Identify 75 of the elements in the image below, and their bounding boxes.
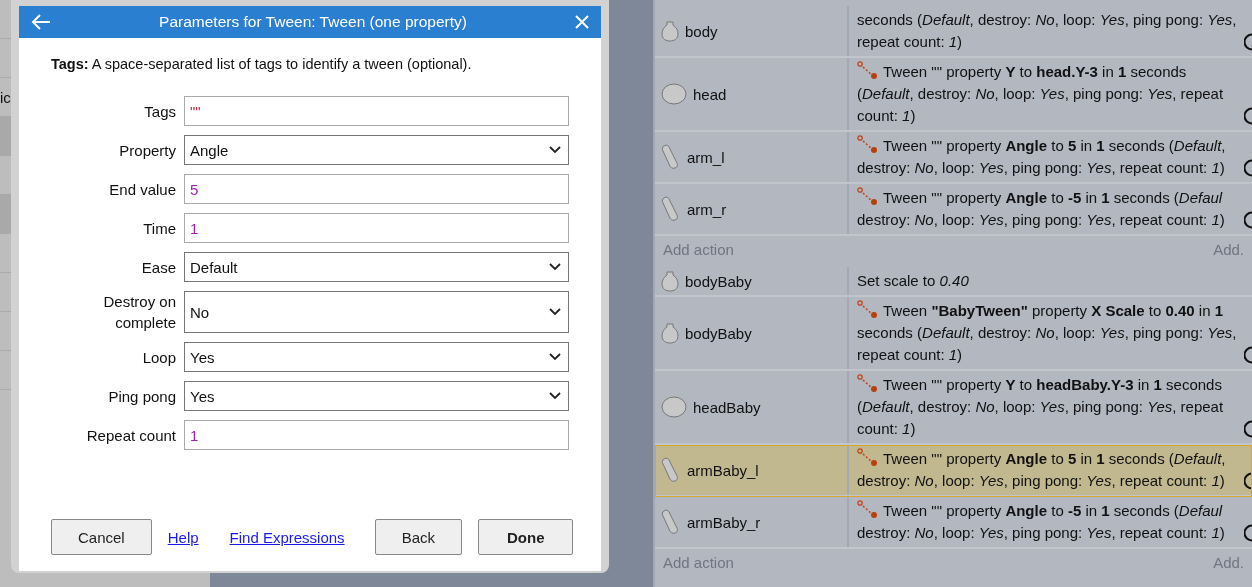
done-button[interactable]: Done	[478, 519, 574, 555]
field-label: Tags	[143, 101, 176, 122]
caret-icon	[549, 308, 561, 316]
field-description: Tags: A space-separated list of tags to identify a tween (optional).	[51, 56, 473, 72]
sidebar-text: ic	[0, 88, 11, 106]
back-arrow-icon[interactable]	[31, 13, 51, 31]
close-icon[interactable]	[575, 15, 589, 29]
object-thumbnail-icon	[661, 196, 681, 222]
object-name: armBaby_r	[687, 513, 761, 531]
dropdown[interactable]: Yes	[184, 381, 569, 411]
object-name: body	[685, 22, 718, 40]
object-thumbnail-icon	[661, 509, 681, 535]
object-thumbnail-icon	[661, 144, 681, 170]
event-row[interactable]: arm_l Tween "" property Angle to 5 in 1 seconds (Default, destroy: No, loop: Yes, ping pong: Yes, repeat count: 1)	[655, 132, 1252, 184]
tween-icon	[857, 500, 879, 520]
tween-icon	[857, 374, 879, 394]
field-label: Time	[142, 218, 176, 239]
action-text: seconds (Default, destroy: No, loop: Yes, ping pong: Yes, repeat count: 1)	[857, 10, 1238, 52]
dropdown[interactable]: Yes	[184, 342, 569, 372]
object-thumbnail-icon	[661, 270, 679, 292]
event-row[interactable]: armBaby_l Tween "" property Angle to 5 in 1 seconds (Default, destroy: No, loop: Yes, ping pong: Yes, repeat count: 1)	[655, 445, 1252, 497]
input-field[interactable]: 1	[184, 213, 569, 243]
tween-icon	[857, 135, 879, 155]
input-field[interactable]: 5	[184, 174, 569, 204]
caret-icon	[549, 353, 561, 361]
object-name: head	[693, 85, 727, 103]
event-row[interactable]: arm_r Tween "" property Angle to -5 in 1 seconds (Defaul destroy: No, loop: Yes, ping pong: Yes, repeat count: 1)	[655, 184, 1252, 236]
tween-icon	[857, 187, 879, 207]
field-label: Destroy on complete	[102, 292, 176, 333]
action-text: Tween "" property Angle to 5 in 1 seconds (Default, destroy: No, loop: Yes, ping pong: Yes, repeat count: 1)	[857, 135, 1227, 178]
object-name: arm_r	[687, 200, 727, 218]
object-thumbnail-icon	[661, 322, 679, 344]
object-name: arm_l	[687, 148, 725, 166]
dropdown[interactable]: Angle	[184, 135, 569, 165]
object-name: bodyBaby	[685, 272, 752, 290]
object-name: armBaby_l	[687, 461, 759, 479]
field-label: Property	[118, 140, 176, 161]
action-text: Tween "" property Angle to -5 in 1 seconds (Defaul destroy: No, loop: Yes, ping pong: Yes, repeat count: 1)	[857, 187, 1226, 230]
action-text: Tween "" property Angle to -5 in 1 seconds (Defaul destroy: No, loop: Yes, ping pong: Yes, repeat count: 1)	[857, 500, 1226, 543]
field-label: Ease	[140, 257, 176, 278]
field-label: Loop	[141, 347, 176, 368]
action-text: Tween "" property Y to head.Y-3 in 1 seconds (Default, destroy: No, loop: Yes, ping pong: Yes, repeat count: 1)	[857, 61, 1225, 126]
event-row[interactable]: bodyBaby Set scale to 0.40	[655, 267, 1252, 297]
dialog-title: Parameters for Tween: Tween (one property)	[158, 13, 468, 31]
event-row[interactable]: bodyBaby Tween "BabyTween" property X Scale to 0.40 in 1 seconds (Default, destroy: No, loop: Yes, ping pong: Yes, repeat count: 1)	[655, 297, 1252, 371]
object-thumbnail-icon	[661, 83, 687, 105]
caret-icon	[549, 392, 561, 400]
field-label: Ping pong	[107, 386, 176, 407]
action-text: Set scale to 0.40	[857, 271, 970, 291]
dropdown[interactable]: Default	[184, 252, 569, 282]
field-label: End value	[108, 179, 176, 200]
tween-icon	[857, 300, 879, 320]
object-name: bodyBaby	[685, 324, 752, 342]
tween-icon	[857, 61, 879, 81]
field-label: Repeat count	[85, 425, 176, 446]
object-thumbnail-icon	[661, 396, 687, 418]
object-name: headBaby	[693, 398, 761, 416]
caret-icon	[549, 263, 561, 271]
input-field[interactable]: 1	[184, 420, 569, 450]
caret-icon	[549, 146, 561, 154]
tween-icon	[857, 448, 879, 468]
event-row[interactable]: armBaby_r Tween "" property Angle to -5 in 1 seconds (Defaul destroy: No, loop: Yes, ping pong: Yes, repeat count: 1)	[655, 497, 1252, 549]
action-text: Tween "" property Angle to 5 in 1 seconds (Default, destroy: No, loop: Yes, ping pong: Yes, repeat count: 1)	[857, 448, 1227, 491]
link[interactable]: Find Expressions	[229, 528, 345, 546]
dropdown[interactable]: No	[184, 291, 569, 333]
event-row[interactable]: body seconds (Default, destroy: No, loop: Yes, ping pong: Yes, repeat count: 1)	[655, 6, 1252, 58]
dialog-button[interactable]: Back	[374, 519, 462, 555]
dialog-button[interactable]: Cancel	[51, 519, 152, 555]
input-field[interactable]: ""	[184, 96, 569, 126]
object-thumbnail-icon	[661, 457, 681, 483]
action-text: Tween "BabyTween" property X Scale to 0.40 in 1 seconds (Default, destroy: No, loop: Yes, ping pong: Yes, repeat count: 1)	[857, 300, 1238, 365]
link[interactable]: Help	[167, 528, 199, 546]
action-text: Tween "" property Y to headBaby.Y-3 in 1 seconds (Default, destroy: No, loop: Yes, ping pong: Yes, repeat count: 1)	[857, 374, 1225, 439]
object-thumbnail-icon	[661, 20, 679, 42]
event-row[interactable]: head Tween "" property Y to head.Y-3 in 1 seconds (Default, destroy: No, loop: Yes, ping pong: Yes, repeat count: 1)	[655, 58, 1252, 132]
